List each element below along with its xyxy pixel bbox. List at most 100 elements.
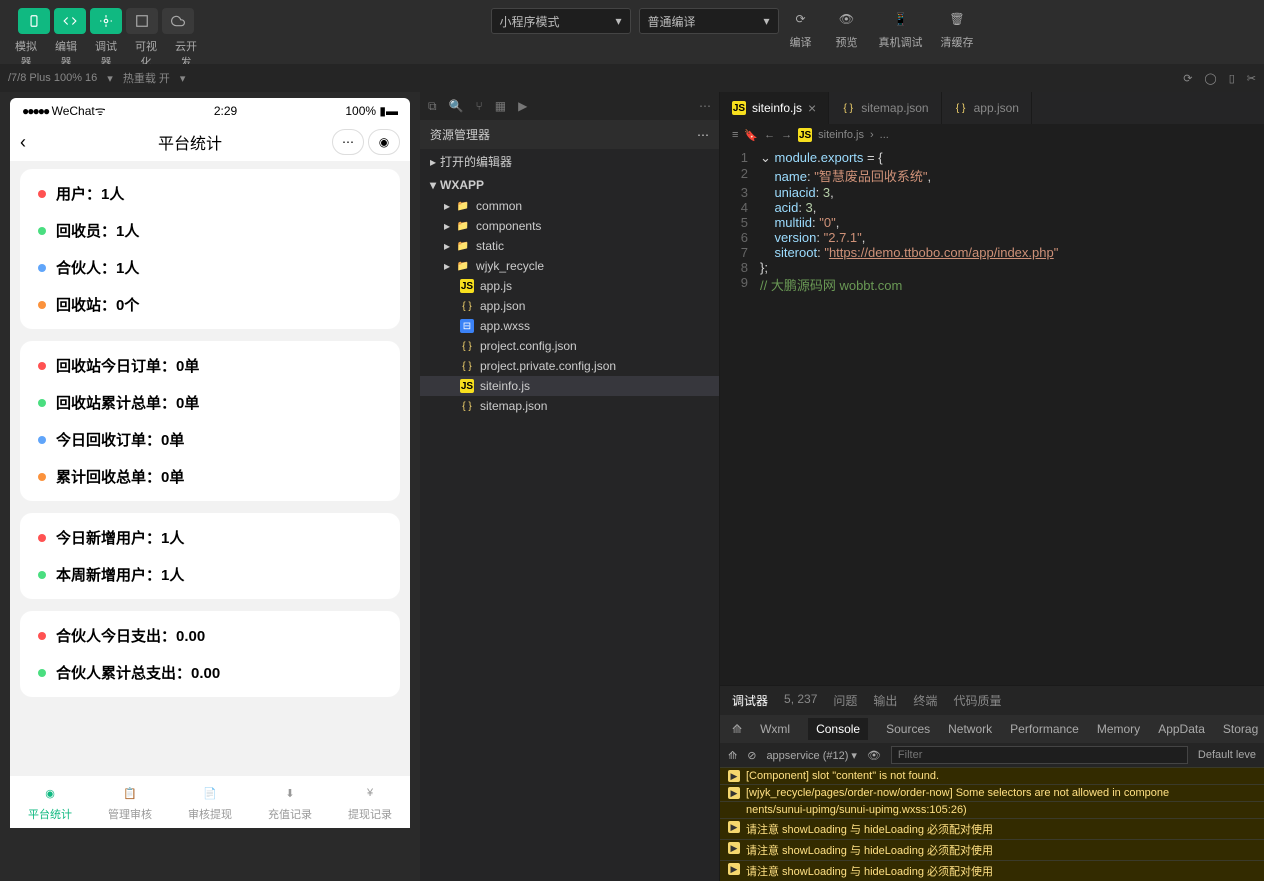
battery-icon: ▮▬ bbox=[379, 104, 398, 118]
eye-icon[interactable]: 👁 bbox=[867, 749, 881, 762]
editor-pane: JSsiteinfo.js×{ }sitemap.json{ }app.json… bbox=[720, 92, 1264, 881]
tabbar-item[interactable]: 📋管理审核 bbox=[90, 776, 170, 828]
devtools-tab[interactable]: Wxml bbox=[760, 722, 790, 736]
console-row: ▶[Component] slot "content" is not found… bbox=[720, 767, 1264, 784]
folder-item[interactable]: ▸📁components bbox=[420, 216, 719, 236]
console-row: ▶请注意 showLoading 与 hideLoading 必须配对使用 bbox=[720, 839, 1264, 860]
editor-tab[interactable]: { }app.json bbox=[942, 92, 1032, 124]
more-icon[interactable]: ⋯ bbox=[699, 99, 711, 113]
dot-icon bbox=[38, 473, 46, 481]
branch-icon[interactable]: ⑂ bbox=[476, 99, 483, 113]
file-item[interactable]: { }app.json bbox=[420, 296, 719, 316]
panel-tab[interactable]: 5, 237 bbox=[784, 692, 817, 709]
console-row: ▶[wjyk_recycle/pages/order-now/order-now… bbox=[720, 784, 1264, 801]
folder-item[interactable]: ▸📁static bbox=[420, 236, 719, 256]
compile-dropdown[interactable]: 普通编译▾ bbox=[639, 8, 779, 34]
file-item[interactable]: ⊟app.wxss bbox=[420, 316, 719, 336]
warning-icon: ▶ bbox=[728, 787, 740, 799]
device-info[interactable]: /7/8 Plus 100% 16 bbox=[8, 72, 97, 84]
filter-input[interactable] bbox=[891, 746, 1188, 764]
cloud-dev-button[interactable] bbox=[162, 8, 194, 34]
ext-icon[interactable]: ▦ bbox=[495, 99, 506, 113]
devtools-tab[interactable]: Network bbox=[948, 722, 992, 736]
debug-icon[interactable]: ▶ bbox=[518, 99, 527, 113]
code-editor[interactable]: 1⌄ module.exports = {2 name: "智慧废品回收系统",… bbox=[720, 146, 1264, 685]
simulator-button[interactable] bbox=[18, 8, 50, 34]
top-action-label: 真机调试 bbox=[879, 34, 923, 50]
file-item[interactable]: { }sitemap.json bbox=[420, 396, 719, 416]
visualize-button[interactable] bbox=[126, 8, 158, 34]
panel-tab[interactable]: 输出 bbox=[873, 692, 897, 709]
level-dropdown[interactable]: Default leve bbox=[1198, 749, 1256, 761]
open-editors-section[interactable]: ▸打开的编辑器 bbox=[420, 149, 719, 174]
explorer-more-icon[interactable]: ⋯ bbox=[697, 128, 709, 142]
cut-icon[interactable]: ✂ bbox=[1247, 72, 1256, 85]
back-button[interactable]: ‹ bbox=[20, 132, 48, 153]
search-icon[interactable]: 🔍 bbox=[449, 99, 464, 113]
console-row: nents/sunui-upimg/sunui-upimg.wxss:105:2… bbox=[720, 801, 1264, 818]
top-action-label: 预览 bbox=[836, 34, 858, 50]
workspace-root[interactable]: ▾WXAPP bbox=[420, 174, 719, 196]
panel-tab[interactable]: 代码质量 bbox=[953, 692, 1001, 709]
capsule-menu[interactable]: ⋯ bbox=[332, 129, 364, 155]
panel-tab[interactable]: 终端 bbox=[913, 692, 937, 709]
secondary-bar: /7/8 Plus 100% 16▾ 热重载 开▾ ⟳ ◯ ▯ ✂ bbox=[0, 64, 1264, 92]
stop-icon[interactable]: ◯ bbox=[1204, 72, 1216, 85]
stat-row: 回收站：0个 bbox=[38, 294, 382, 315]
devtools-tab[interactable]: AppData bbox=[1158, 722, 1205, 736]
select-icon[interactable]: ⟰ bbox=[732, 722, 742, 736]
clear-icon[interactable]: ⊘ bbox=[747, 749, 756, 762]
stat-row: 累计回收总单：0单 bbox=[38, 466, 382, 487]
stat-row: 回收站累计总单：0单 bbox=[38, 392, 382, 413]
devtools-tab[interactable]: Performance bbox=[1010, 722, 1079, 736]
page-title: 平台统计 bbox=[158, 130, 222, 154]
panel-tab[interactable]: 调试器 bbox=[732, 692, 768, 709]
panel-tab[interactable]: 问题 bbox=[833, 692, 857, 709]
tabbar-item[interactable]: ¥提现记录 bbox=[330, 776, 410, 828]
console-row: ▶请注意 showLoading 与 hideLoading 必须配对使用 bbox=[720, 818, 1264, 839]
mode-dropdown[interactable]: 小程序模式▾ bbox=[491, 8, 631, 34]
wifi-icon: ᯤ bbox=[95, 104, 106, 118]
tabbar-item[interactable]: ⬇充值记录 bbox=[250, 776, 330, 828]
stat-row: 合伙人：1人 bbox=[38, 257, 382, 278]
refresh-icon[interactable]: ⟳ bbox=[1183, 72, 1192, 85]
dot-icon bbox=[38, 227, 46, 235]
devtools-tab[interactable]: Console bbox=[808, 718, 868, 740]
hot-reload-toggle[interactable]: 热重载 开 bbox=[123, 70, 170, 86]
context-dropdown[interactable]: appservice (#12) ▾ bbox=[766, 749, 857, 762]
device-icon[interactable]: ▯ bbox=[1229, 72, 1235, 85]
capsule-close[interactable]: ◉ bbox=[368, 129, 400, 155]
editor-button[interactable] bbox=[54, 8, 86, 34]
top-action-icon[interactable]: 🗑 bbox=[943, 8, 971, 30]
dot-icon bbox=[38, 190, 46, 198]
tabbar-item[interactable]: ◉平台统计 bbox=[10, 776, 90, 828]
folder-item[interactable]: ▸📁wjyk_recycle bbox=[420, 256, 719, 276]
devtools-tab[interactable]: Storag bbox=[1223, 722, 1258, 736]
breadcrumb[interactable]: ≡🔖←→ JS siteinfo.js›... bbox=[720, 124, 1264, 146]
file-item[interactable]: JSsiteinfo.js bbox=[420, 376, 719, 396]
top-toolbar: 模拟器编辑器调试器可视化云开发 小程序模式▾ 普通编译▾ ⟳编译👁预览📱真机调试… bbox=[0, 0, 1264, 64]
status-time: 2:29 bbox=[214, 104, 237, 118]
inspect-icon[interactable]: ⟰ bbox=[728, 749, 737, 762]
tabbar-item[interactable]: 📄审核提现 bbox=[170, 776, 250, 828]
devtools-tab[interactable]: Sources bbox=[886, 722, 930, 736]
close-icon[interactable]: × bbox=[808, 100, 816, 116]
top-action-icon[interactable]: ⟳ bbox=[787, 8, 815, 30]
top-action-label: 编译 bbox=[790, 34, 812, 50]
debugger-button[interactable] bbox=[90, 8, 122, 34]
files-icon[interactable]: ⧉ bbox=[428, 99, 437, 114]
file-item[interactable]: JSapp.js bbox=[420, 276, 719, 296]
file-item[interactable]: { }project.private.config.json bbox=[420, 356, 719, 376]
editor-tab[interactable]: JSsiteinfo.js× bbox=[720, 92, 829, 124]
top-action-icon[interactable]: 👁 bbox=[833, 8, 861, 30]
devtools-tab[interactable]: Memory bbox=[1097, 722, 1140, 736]
editor-tab[interactable]: { }sitemap.json bbox=[829, 92, 941, 124]
top-action-icon[interactable]: 📱 bbox=[887, 8, 915, 30]
tabbar-icon: ¥ bbox=[359, 782, 381, 804]
stat-row: 合伙人今日支出：0.00 bbox=[38, 625, 382, 646]
tabbar-icon: ⬇ bbox=[279, 782, 301, 804]
warning-icon: ▶ bbox=[728, 863, 740, 875]
folder-item[interactable]: ▸📁common bbox=[420, 196, 719, 216]
dot-icon bbox=[38, 571, 46, 579]
file-item[interactable]: { }project.config.json bbox=[420, 336, 719, 356]
